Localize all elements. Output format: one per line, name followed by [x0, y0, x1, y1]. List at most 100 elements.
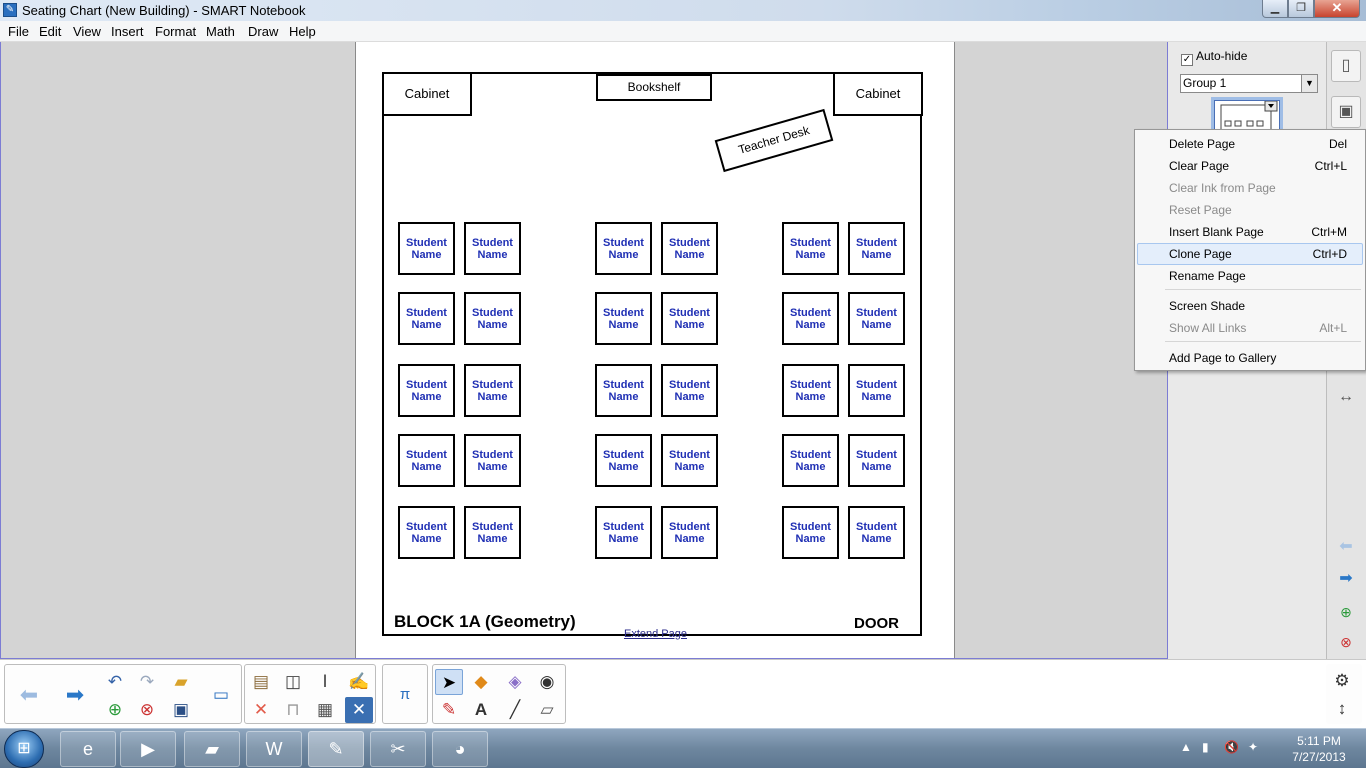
line-icon[interactable]: ╱: [501, 697, 529, 723]
menu-math[interactable]: Math: [206, 24, 235, 39]
student-desk[interactable]: Student Name: [595, 506, 652, 559]
door-label[interactable]: DOOR: [854, 615, 899, 632]
cabinet-right[interactable]: Cabinet: [833, 72, 923, 116]
student-desk[interactable]: Student Name: [661, 364, 718, 417]
paste-icon[interactable]: ▤: [247, 669, 275, 695]
media-player-icon[interactable]: ▶: [120, 731, 176, 767]
chevron-down-icon[interactable]: ▼: [1301, 75, 1317, 92]
student-desk[interactable]: Student Name: [398, 364, 455, 417]
redo-icon[interactable]: ↷: [133, 669, 161, 695]
menu-help[interactable]: Help: [289, 24, 316, 39]
student-desk[interactable]: Student Name: [661, 434, 718, 487]
menu-item-add-page-to-gallery[interactable]: Add Page to Gallery: [1137, 347, 1363, 369]
gallery-tab-icon[interactable]: ▣: [1331, 96, 1361, 128]
text-tool-icon[interactable]: Ⅰ: [311, 669, 339, 695]
table-icon[interactable]: ▦: [311, 697, 339, 723]
student-desk[interactable]: Student Name: [464, 434, 521, 487]
menu-item-show-all-links[interactable]: Show All Links Alt+L: [1137, 317, 1363, 339]
previous-page-icon[interactable]: ⬅: [1331, 532, 1361, 564]
student-desk[interactable]: Student Name: [661, 506, 718, 559]
windows-start-icon[interactable]: ⊞: [4, 730, 44, 768]
checkbox-icon[interactable]: ✓: [1181, 54, 1193, 66]
add-page-icon[interactable]: ⊕: [101, 697, 129, 723]
file-explorer-icon[interactable]: ▰: [184, 731, 240, 767]
group-select[interactable]: Group 1 ▼: [1180, 74, 1318, 93]
paint-icon[interactable]: ◕: [432, 731, 488, 767]
student-desk[interactable]: Student Name: [782, 506, 839, 559]
pens-icon[interactable]: ✎: [435, 697, 463, 723]
undo-icon[interactable]: ↶: [101, 669, 129, 695]
next-page-icon[interactable]: ➡: [1331, 564, 1361, 596]
close-box-icon[interactable]: ✕: [345, 697, 373, 723]
student-desk[interactable]: Student Name: [398, 222, 455, 275]
student-desk[interactable]: Student Name: [398, 292, 455, 345]
menu-file[interactable]: File: [8, 24, 29, 39]
menu-format[interactable]: Format: [155, 24, 196, 39]
student-desk[interactable]: Student Name: [782, 292, 839, 345]
close-button[interactable]: ✕: [1314, 0, 1360, 18]
student-desk[interactable]: Student Name: [464, 292, 521, 345]
delete-page-icon[interactable]: ⊗: [1331, 627, 1361, 659]
student-desk[interactable]: Student Name: [398, 434, 455, 487]
student-desk[interactable]: Student Name: [464, 364, 521, 417]
student-desk[interactable]: Student Name: [661, 292, 718, 345]
student-desk[interactable]: Student Name: [595, 434, 652, 487]
menu-item-delete-page[interactable]: Delete Page Del: [1137, 133, 1363, 155]
forward-arrow-icon[interactable]: ➡: [61, 682, 89, 708]
student-desk[interactable]: Student Name: [595, 222, 652, 275]
text-icon[interactable]: A: [467, 697, 495, 723]
select-pointer-icon[interactable]: ➤: [435, 669, 463, 695]
clock-time[interactable]: 5:11 PM: [1282, 734, 1356, 748]
student-desk[interactable]: Student Name: [595, 364, 652, 417]
shapes-icon[interactable]: ◆: [467, 669, 495, 695]
screen-shade-icon[interactable]: ⊓: [279, 697, 307, 723]
open-folder-icon[interactable]: ▰: [167, 669, 195, 695]
student-desk[interactable]: Student Name: [464, 222, 521, 275]
clock-date[interactable]: 7/27/2013: [1282, 750, 1356, 764]
fill-icon[interactable]: ◉: [533, 669, 561, 695]
menu-item-clone-page[interactable]: Clone Page Ctrl+D: [1137, 243, 1363, 265]
eraser2-icon[interactable]: ▱: [533, 697, 561, 723]
network-icon[interactable]: ✦: [1248, 740, 1258, 754]
internet-explorer-icon[interactable]: e: [60, 731, 116, 767]
menu-item-reset-page[interactable]: Reset Page: [1137, 199, 1363, 221]
eraser-icon[interactable]: ◈: [501, 669, 529, 695]
handwriting-icon[interactable]: ✍: [345, 669, 373, 695]
student-desk[interactable]: Student Name: [782, 434, 839, 487]
delete-icon[interactable]: ✕: [247, 697, 275, 723]
student-desk[interactable]: Student Name: [848, 292, 905, 345]
delete-page-icon[interactable]: ⊗: [133, 697, 161, 723]
page-thumbnail[interactable]: [1211, 97, 1283, 135]
minimize-button[interactable]: ▁: [1262, 0, 1288, 18]
student-desk[interactable]: Student Name: [848, 364, 905, 417]
student-desk[interactable]: Student Name: [782, 222, 839, 275]
maximize-button[interactable]: ❐: [1288, 0, 1314, 18]
show-hidden-icons-icon[interactable]: ▲: [1180, 740, 1192, 754]
smart-notebook-icon[interactable]: ✎: [308, 731, 364, 767]
save-icon[interactable]: ▣: [167, 697, 195, 723]
extend-page-link[interactable]: Extend Page: [624, 628, 687, 640]
menu-edit[interactable]: Edit: [39, 24, 61, 39]
menu-draw[interactable]: Draw: [248, 24, 278, 39]
pi-math-icon[interactable]: π: [391, 682, 419, 708]
expand-horizontal-icon[interactable]: ↔: [1331, 382, 1361, 414]
page-sorter-tab-icon[interactable]: ▯: [1331, 50, 1361, 82]
student-desk[interactable]: Student Name: [782, 364, 839, 417]
word-icon[interactable]: W: [246, 731, 302, 767]
screen-capture-icon[interactable]: ◫: [279, 669, 307, 695]
student-desk[interactable]: Student Name: [661, 222, 718, 275]
student-desk[interactable]: Student Name: [848, 222, 905, 275]
battery-icon[interactable]: ▮: [1202, 740, 1209, 754]
menu-item-clear-page[interactable]: Clear Page Ctrl+L: [1137, 155, 1363, 177]
back-arrow-icon[interactable]: ⬅: [15, 682, 43, 708]
settings-icon[interactable]: ⚙: [1328, 668, 1356, 694]
student-desk[interactable]: Student Name: [595, 292, 652, 345]
student-desk[interactable]: Student Name: [848, 434, 905, 487]
menu-item-rename-page[interactable]: Rename Page: [1137, 265, 1363, 287]
autohide-checkbox[interactable]: ✓ Auto-hide: [1181, 49, 1247, 66]
notebook-page[interactable]: Cabinet Bookshelf Cabinet Teacher Desk S…: [355, 42, 955, 658]
student-desk[interactable]: Student Name: [398, 506, 455, 559]
teacher-desk[interactable]: Teacher Desk: [714, 108, 834, 173]
menu-item-screen-shade[interactable]: Screen Shade: [1137, 295, 1363, 317]
menu-insert[interactable]: Insert: [111, 24, 144, 39]
